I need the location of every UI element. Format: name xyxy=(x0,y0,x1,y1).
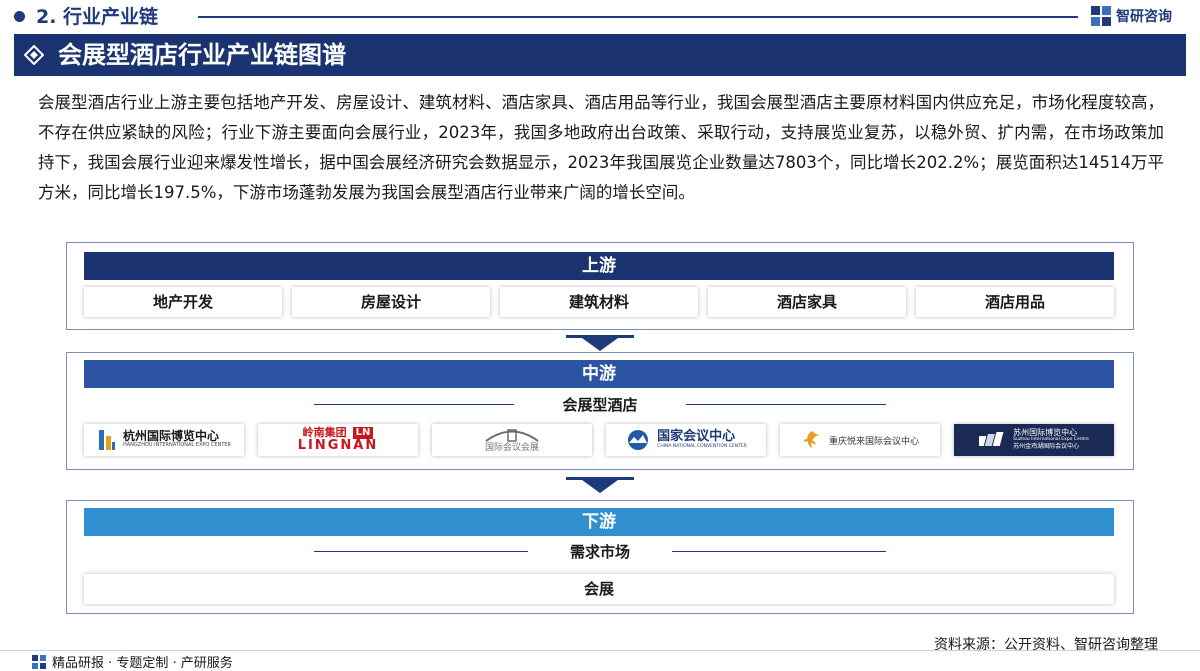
cncc-logo-icon xyxy=(628,430,649,450)
logo-cncc-sub: CHINA NATIONAL CONVENTION CENTER xyxy=(657,444,747,449)
chongqing-yuelai-logo-icon xyxy=(803,431,819,449)
logo-convention-arch: 国际会议会展 xyxy=(432,424,592,456)
logo-hangzhou-name: 杭州国际博览中心 xyxy=(122,429,219,443)
upstream-item-hotel-supplies: 酒店用品 xyxy=(916,287,1114,317)
section-bullet xyxy=(14,11,25,22)
midstream-band: 中游 xyxy=(84,360,1114,388)
logo-suzhou-name: 苏州国际博览中心 xyxy=(1013,428,1078,437)
diamond-icon xyxy=(24,45,44,65)
flow-arrow-down-icon xyxy=(582,338,618,351)
downstream-subheading: 需求市场 xyxy=(569,543,630,561)
brand-name: 智研咨询 xyxy=(1116,9,1172,25)
midstream-subline-left xyxy=(314,404,514,405)
footer-tagline-block: 精品研报 · 专题定制 · 产研服务 xyxy=(32,652,233,671)
logo-lingnan: 岭南集团 LN LINGNAN xyxy=(258,424,418,456)
footer-brand-icon xyxy=(32,654,46,669)
upstream-item-housing-design: 房屋设计 xyxy=(292,287,490,317)
page-title: 会展型酒店行业产业链图谱 xyxy=(58,41,346,69)
midstream-subline-right xyxy=(686,404,886,405)
brand-mark-icon xyxy=(1091,6,1111,26)
logo-hangzhou-expo: 杭州国际博览中心 HANGZHOU INTERNATIONAL EXPO CEN… xyxy=(84,424,244,456)
upstream-item-building-materials: 建筑材料 xyxy=(500,287,698,317)
logo-chongqing-yuelai: 重庆悦来国际会议中心 xyxy=(780,424,940,456)
midstream-subheading: 会展型酒店 xyxy=(562,396,638,414)
suzhou-expo-logo-icon xyxy=(979,432,1004,446)
logo-cncc-name: 国家会议中心 xyxy=(657,429,736,444)
hangzhou-expo-logo-icon xyxy=(98,430,115,450)
flow-arrow-down-icon-2 xyxy=(582,480,618,493)
downstream-band: 下游 xyxy=(84,508,1114,536)
downstream-subline-right xyxy=(672,551,886,552)
logo-hangzhou-sub: HANGZHOU INTERNATIONAL EXPO CENTER xyxy=(122,442,232,448)
upstream-band: 上游 xyxy=(84,252,1114,280)
logo-lingnan-sub: LINGNAN xyxy=(297,438,379,453)
footer-divider xyxy=(0,650,1200,651)
intro-paragraph: 会展型酒店行业上游主要包括地产开发、房屋设计、建筑材料、酒店家具、酒店用品等行业… xyxy=(38,93,1164,202)
downstream-subline-left xyxy=(314,551,528,552)
logo-chongqing-name: 重庆悦来国际会议中心 xyxy=(828,436,919,447)
section-divider xyxy=(198,16,1078,18)
brand-logo: 智研咨询 xyxy=(1090,4,1172,28)
convention-arch-logo-icon xyxy=(485,428,539,442)
section-title: 2. 行业产业链 xyxy=(36,6,159,28)
upstream-item-hotel-furniture: 酒店家具 xyxy=(708,287,906,317)
downstream-item-exhibition: 会展 xyxy=(84,574,1114,604)
logo-arch-name: 国际会议会展 xyxy=(484,442,539,453)
logo-suzhou-sub2: 苏州金鸡湖国际会议中心 xyxy=(1013,443,1080,450)
logo-suzhou-expo: 苏州国际博览中心 Suzhou International Expo Centr… xyxy=(954,424,1114,456)
logo-cncc: 国家会议中心 CHINA NATIONAL CONVENTION CENTER xyxy=(606,424,766,456)
footer-tagline: 精品研报 · 专题定制 · 产研服务 xyxy=(52,656,233,671)
upstream-item-real-estate: 地产开发 xyxy=(84,287,282,317)
footer-source: 资料来源：公开资料、智研咨询整理 xyxy=(934,637,1158,653)
